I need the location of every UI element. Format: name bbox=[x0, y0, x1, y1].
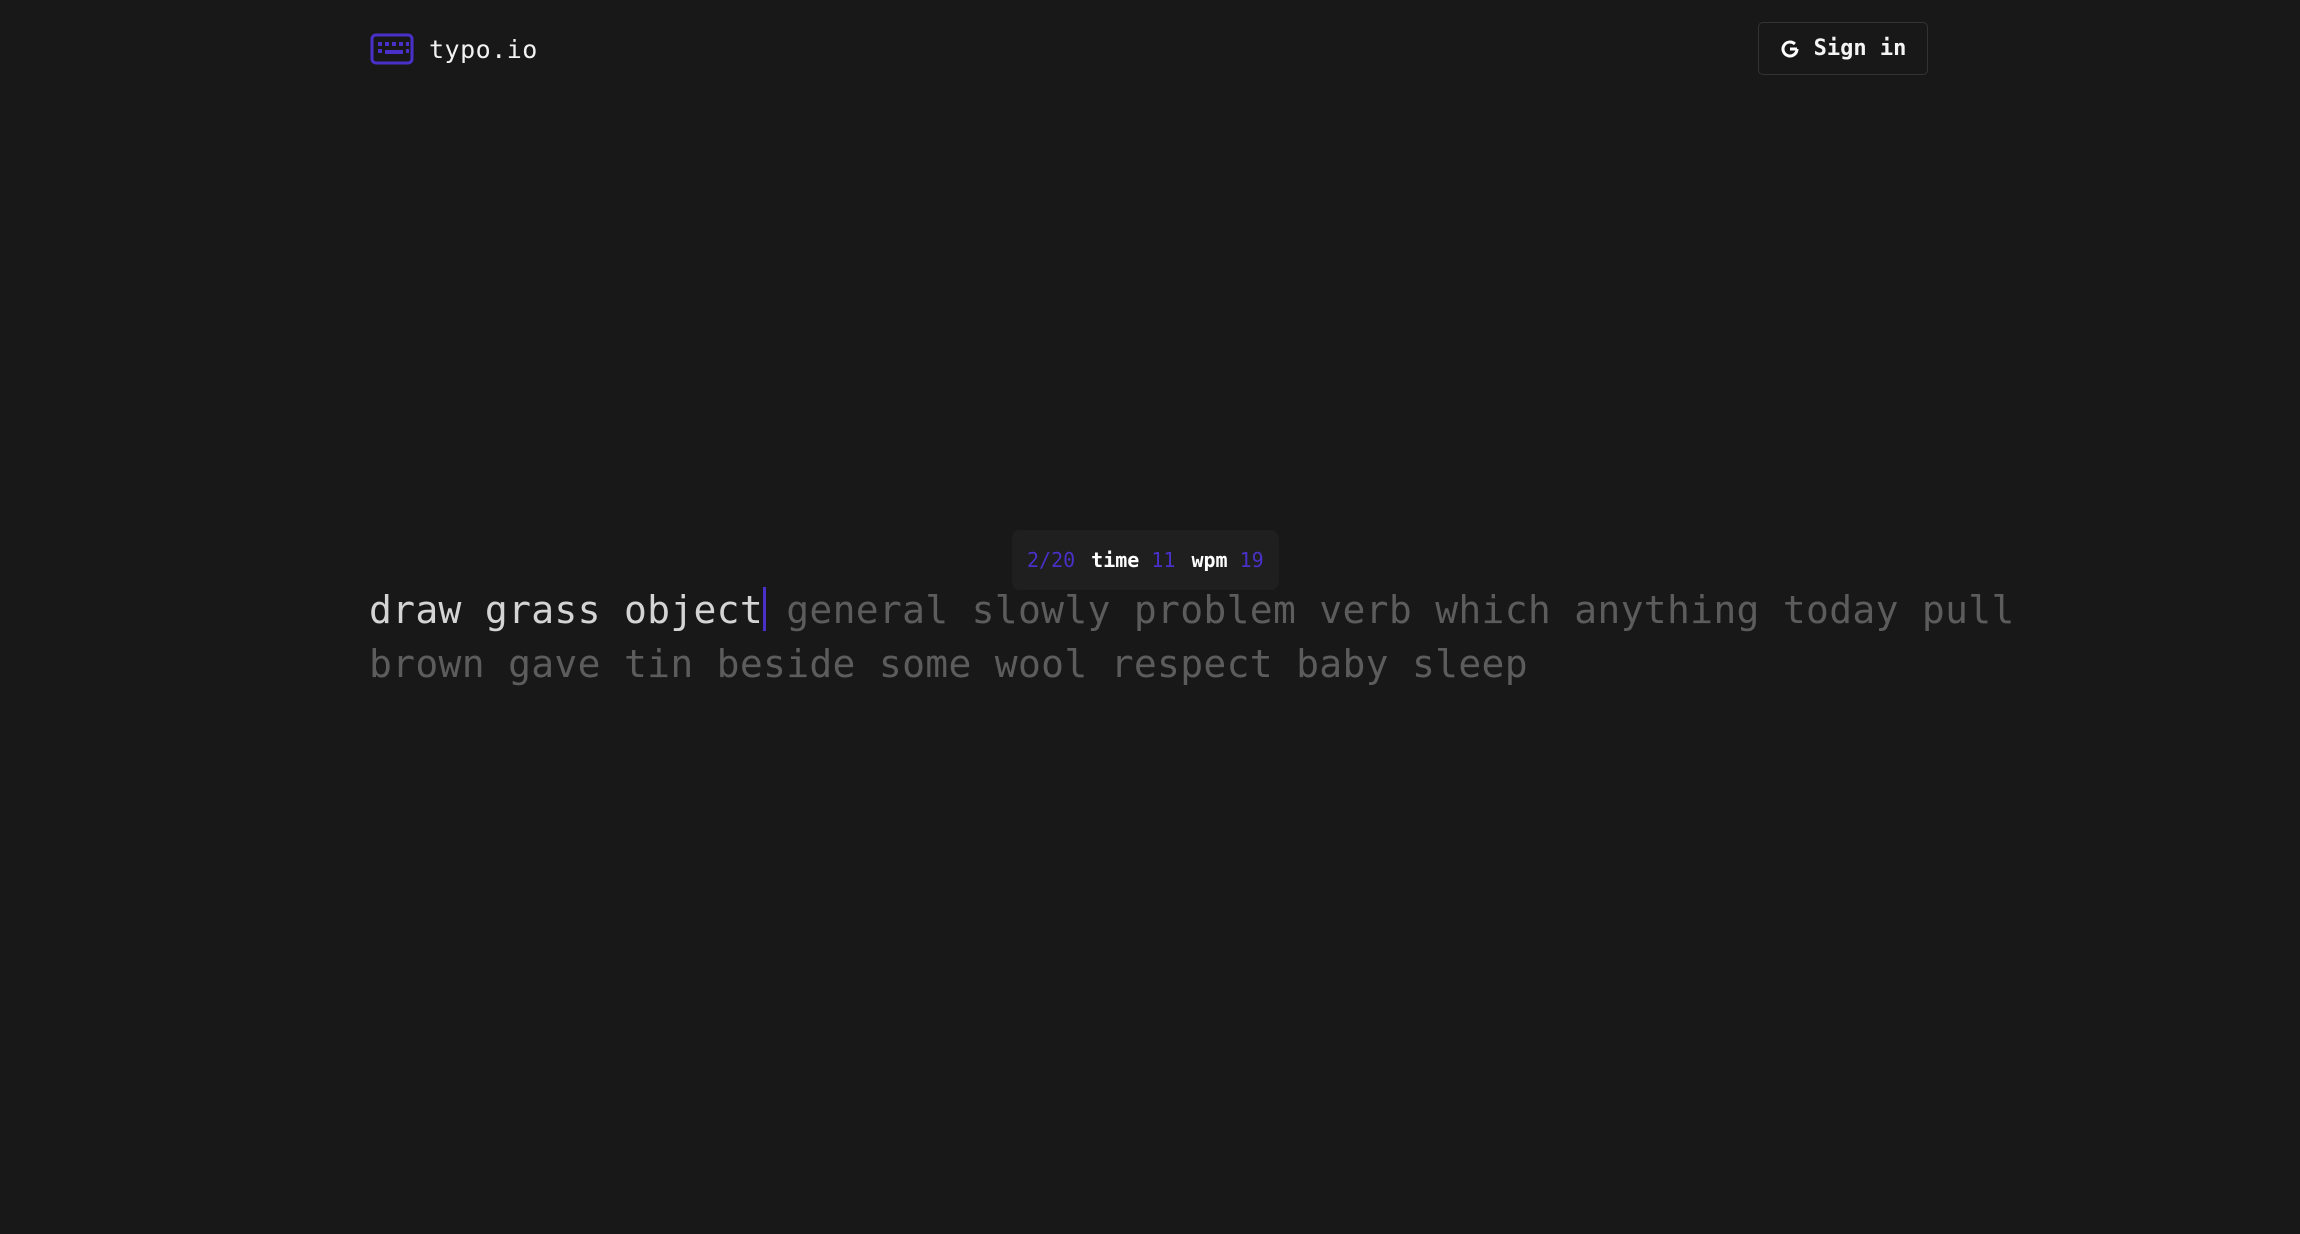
google-icon bbox=[1780, 39, 1800, 59]
typed-text: draw grass object bbox=[369, 588, 764, 632]
wpm-label: wpm bbox=[1191, 548, 1228, 572]
text-line-1: draw grass object general slowly problem… bbox=[369, 583, 2014, 637]
app-name: typo.io bbox=[429, 34, 538, 64]
wpm-value: 19 bbox=[1239, 548, 1264, 572]
time-value: 11 bbox=[1151, 548, 1176, 572]
time-label: time bbox=[1091, 548, 1140, 572]
word-progress: 2/20 bbox=[1027, 548, 1076, 572]
remaining-text: general slowly problem verb which anythi… bbox=[763, 588, 2015, 632]
sign-in-button[interactable]: Sign in bbox=[1758, 22, 1928, 75]
stats-bar: 2/20 time 11 wpm 19 bbox=[1012, 530, 1279, 590]
keyboard-icon bbox=[370, 33, 414, 65]
text-line-2: brown gave tin beside some wool respect … bbox=[369, 642, 1528, 686]
app-logo[interactable]: typo.io bbox=[370, 33, 538, 65]
typing-area[interactable]: draw grass object general slowly problem… bbox=[369, 583, 2014, 691]
sign-in-label: Sign in bbox=[1813, 36, 1907, 61]
